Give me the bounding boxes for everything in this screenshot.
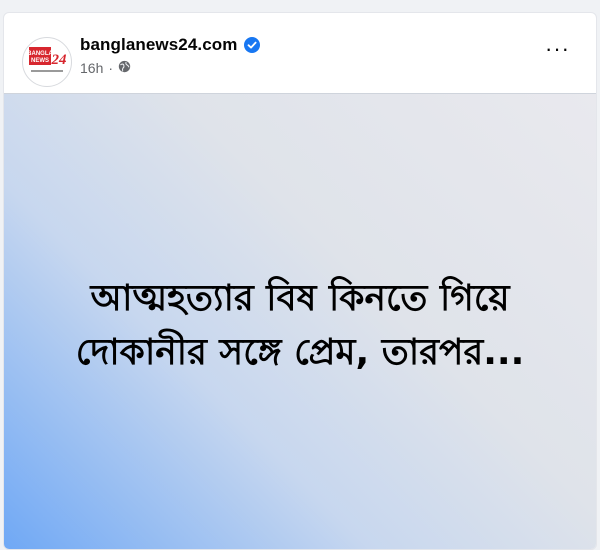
page-avatar[interactable]: BANGLA NEWS 24 — [22, 37, 72, 87]
post-timestamp[interactable]: 16h — [80, 60, 103, 76]
headline-line-1: আত্মহত্যার বিষ কিনতে গিয়ে — [90, 278, 510, 319]
post-header: BANGLA NEWS 24 banglanews24.com 16h · ··… — [4, 13, 596, 93]
more-options-icon[interactable]: ··· — [545, 38, 570, 60]
separator-dot: · — [108, 60, 114, 76]
logo-text-news: NEWS — [31, 58, 49, 64]
page-name-link[interactable]: banglanews24.com — [80, 35, 238, 55]
logo-text-bangla: BANGLA — [27, 51, 53, 57]
page-name-row: banglanews24.com — [80, 35, 260, 55]
post-image[interactable]: আত্মহত্যার বিষ কিনতে গিয়ে দোকানীর সঙ্গে… — [4, 93, 596, 549]
post-meta: 16h · — [80, 60, 131, 76]
verified-badge-icon — [243, 37, 260, 53]
logo-number: 24 — [51, 52, 68, 68]
headline-line-2: দোকানীর সঙ্গে প্রেম, তারপর... — [75, 332, 525, 373]
post-card: BANGLA NEWS 24 banglanews24.com 16h · ··… — [3, 12, 597, 550]
banglanews-logo-icon: BANGLA NEWS 24 — [27, 47, 68, 72]
globe-icon[interactable] — [118, 60, 131, 76]
